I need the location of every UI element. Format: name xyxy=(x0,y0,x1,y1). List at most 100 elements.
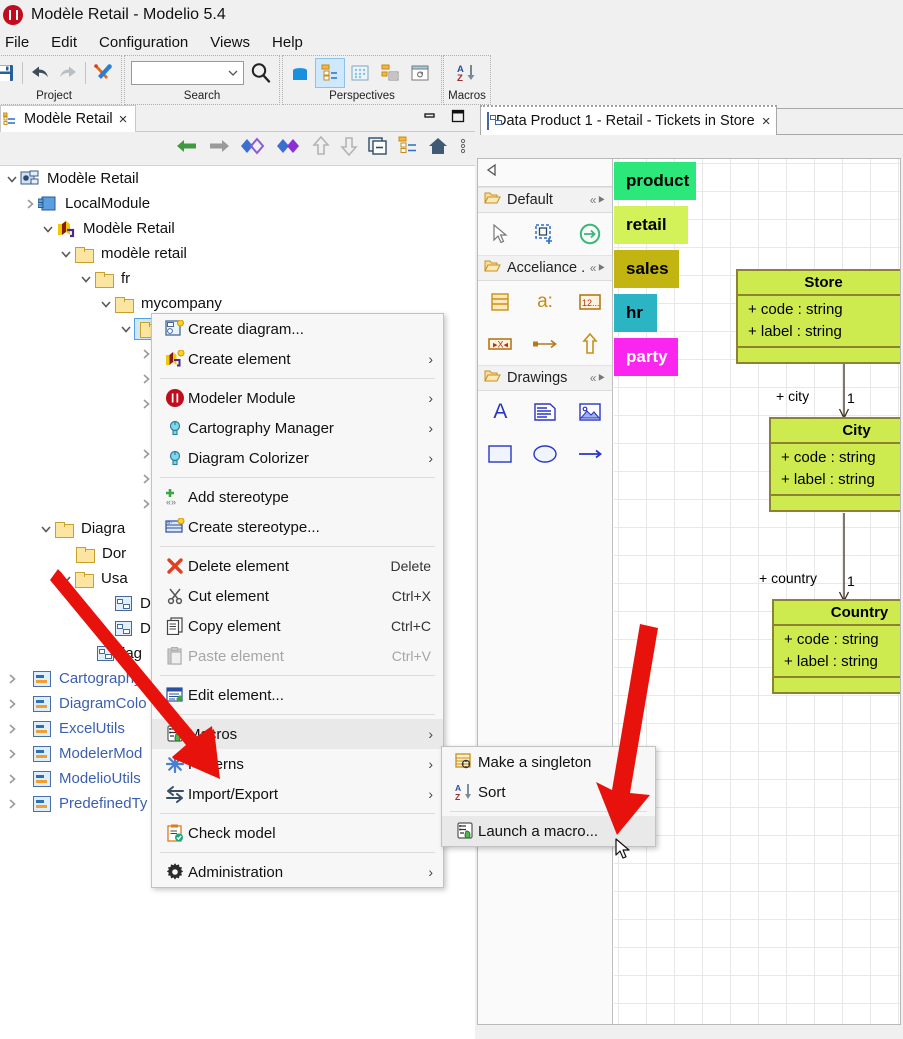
previous-diamond-icon[interactable] xyxy=(239,136,267,161)
marquee-tool-icon[interactable] xyxy=(523,213,568,255)
chevron-down-icon[interactable] xyxy=(58,246,74,262)
menu-item-copy-element[interactable]: Copy element Ctrl+C xyxy=(152,611,443,641)
menu-item-edit-element[interactable]: Edit element... xyxy=(152,680,443,710)
close-icon[interactable]: × xyxy=(762,113,771,130)
menu-item-delete-element[interactable]: Delete element Delete xyxy=(152,551,443,581)
ellipse-icon[interactable] xyxy=(523,433,568,475)
palette-pin-icon[interactable]: «⯈ xyxy=(590,371,606,386)
entity-icon[interactable] xyxy=(478,281,523,323)
next-diamond-icon[interactable] xyxy=(275,136,303,161)
tree-item-fr[interactable]: fr xyxy=(0,266,475,291)
key-icon[interactable]: ▸X◂ xyxy=(478,323,523,365)
menu-item-create-stereotype[interactable]: «- Create stereotype... xyxy=(152,512,443,542)
menu-item-cartography-manager[interactable]: Cartography Manager › xyxy=(152,413,443,443)
minimize-icon[interactable] xyxy=(423,110,437,128)
submenu-item-sort[interactable]: A Z Sort xyxy=(442,777,655,807)
palette-section-drawings[interactable]: Drawings «⯈ xyxy=(478,365,612,391)
forward-icon[interactable] xyxy=(207,136,231,161)
image-icon[interactable] xyxy=(567,391,612,433)
arrow-icon[interactable] xyxy=(567,433,612,475)
menu-item-create-element[interactable]: Create element › xyxy=(152,344,443,374)
uml-class-city[interactable]: City + code : string + label : string xyxy=(769,417,900,512)
dashboard-perspective-icon[interactable] xyxy=(405,58,435,88)
sort-az-icon[interactable]: A Z xyxy=(452,58,482,88)
palette-section-acceliance[interactable]: Acceliance ... «⯈ xyxy=(478,255,612,281)
submenu-item-launch-a-macro[interactable]: Launch a macro... xyxy=(442,816,655,846)
menu-help[interactable]: Help xyxy=(261,32,314,53)
tab-modele-retail[interactable]: Modèle Retail × xyxy=(0,105,137,132)
palette-pin-icon[interactable]: «⯈ xyxy=(590,261,606,276)
chevron-down-icon[interactable] xyxy=(4,171,20,187)
uml-class-store[interactable]: Store + code : string + label : string xyxy=(736,269,900,364)
back-icon[interactable] xyxy=(175,136,199,161)
menu-configuration[interactable]: Configuration xyxy=(88,32,199,53)
matrix-perspective-icon[interactable] xyxy=(345,58,375,88)
datatype-icon[interactable]: 12... xyxy=(567,281,612,323)
chevron-right-icon[interactable] xyxy=(4,696,20,712)
palette-pin-icon[interactable]: «⯈ xyxy=(590,193,606,208)
chevron-down-icon[interactable] xyxy=(78,271,94,287)
palette-collapse-button[interactable] xyxy=(478,159,612,187)
menu-item-patterns[interactable]: Patterns › xyxy=(152,749,443,779)
menu-item-macros[interactable]: Macros › xyxy=(152,719,443,749)
relation-icon[interactable] xyxy=(523,323,568,365)
palette-section-default[interactable]: Default «⯈ xyxy=(478,187,612,213)
diagram-editor[interactable]: Default «⯈ Acceliance «⯈ a: 12... ▸X◂ Dr… xyxy=(477,158,901,1025)
menu-item-import-export[interactable]: Import/Export › xyxy=(152,779,443,809)
link-tool-icon[interactable] xyxy=(567,213,612,255)
menu-item-administration[interactable]: Administration › xyxy=(152,857,443,887)
close-icon[interactable]: × xyxy=(119,111,128,128)
chevron-right-icon[interactable] xyxy=(4,721,20,737)
chevron-right-icon[interactable] xyxy=(4,671,20,687)
tree-item-modele-retail-project[interactable]: Modèle Retail xyxy=(0,166,475,191)
note-icon[interactable] xyxy=(523,391,568,433)
search-input[interactable] xyxy=(131,61,245,85)
tools-icon[interactable] xyxy=(90,58,117,88)
maximize-icon[interactable] xyxy=(451,109,465,128)
diagram-canvas[interactable]: product retail sales hr party Store + co… xyxy=(614,159,900,1024)
tree-item-localmodule[interactable]: LocalModule xyxy=(0,191,475,216)
chevron-right-icon[interactable] xyxy=(4,771,20,787)
undo-icon[interactable] xyxy=(27,58,54,88)
menu-item-diagram-colorizer[interactable]: Diagram Colorizer › xyxy=(152,443,443,473)
collapse-all-icon[interactable] xyxy=(367,136,389,161)
home-icon[interactable] xyxy=(427,136,449,161)
menu-item-cut-element[interactable]: Cut element Ctrl+X xyxy=(152,581,443,611)
menu-file[interactable]: File xyxy=(0,32,40,53)
table-perspective-icon[interactable] xyxy=(375,58,405,88)
chevron-down-icon[interactable] xyxy=(58,571,74,587)
tab-data-product-1[interactable]: Data Product 1 - Retail - Tickets in Sto… xyxy=(480,105,778,135)
submenu-item-make-a-singleton[interactable]: Make a singleton xyxy=(442,747,655,777)
macros-submenu[interactable]: Make a singleton A Z Sort Launch a macro… xyxy=(441,746,656,847)
chevron-down-icon[interactable] xyxy=(118,321,134,337)
tree-item-modele-retail-package[interactable]: modèle retail xyxy=(0,241,475,266)
view-menu-icon[interactable] xyxy=(459,136,467,161)
text-icon[interactable]: A xyxy=(478,391,523,433)
save-icon[interactable] xyxy=(0,58,18,88)
tree-perspective-icon[interactable] xyxy=(315,58,345,88)
menu-item-create-diagram[interactable]: Create diagram... xyxy=(152,314,443,344)
chevron-right-icon[interactable] xyxy=(4,746,20,762)
tree-item-modele-retail-model[interactable]: Modèle Retail xyxy=(0,216,475,241)
select-tool-icon[interactable] xyxy=(478,213,523,255)
chevron-down-icon[interactable] xyxy=(98,296,114,312)
chevron-down-icon[interactable] xyxy=(40,221,56,237)
uml-class-country[interactable]: Country + code : string + label : string xyxy=(772,599,900,694)
menu-edit[interactable]: Edit xyxy=(40,32,88,53)
attribute-icon[interactable]: a: xyxy=(523,281,568,323)
diagram-palette[interactable]: Default «⯈ Acceliance «⯈ a: 12... ▸X◂ Dr… xyxy=(478,159,613,1024)
link-with-editor-icon[interactable] xyxy=(397,136,419,161)
context-menu[interactable]: Create diagram... Create element › Model… xyxy=(151,313,444,888)
chevron-right-icon[interactable] xyxy=(22,196,38,212)
menu-views[interactable]: Views xyxy=(199,32,261,53)
menu-item-modeler-module[interactable]: Modeler Module › xyxy=(152,383,443,413)
search-icon[interactable] xyxy=(246,58,275,88)
model-perspective-icon[interactable] xyxy=(285,58,315,88)
rectangle-icon[interactable] xyxy=(478,433,523,475)
menu-item-add-stereotype[interactable]: «» Add stereotype xyxy=(152,482,443,512)
generalization-icon[interactable] xyxy=(567,323,612,365)
collapse-left-icon[interactable] xyxy=(485,163,499,182)
chevron-down-icon[interactable] xyxy=(38,521,54,537)
menu-item-check-model[interactable]: Check model xyxy=(152,818,443,848)
chevron-right-icon[interactable] xyxy=(4,796,20,812)
